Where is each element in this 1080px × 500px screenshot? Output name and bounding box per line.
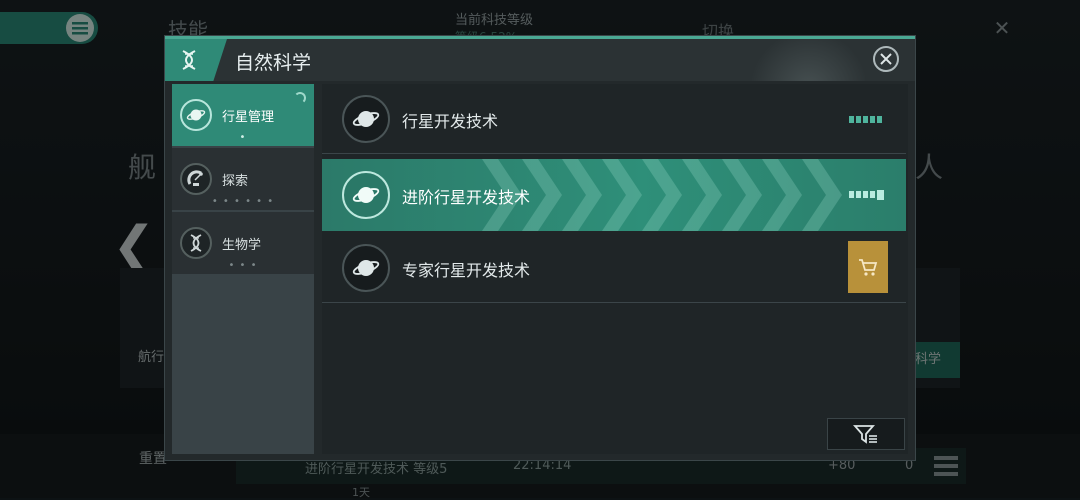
dialog-title: 自然科学 xyxy=(235,52,312,74)
filter-icon xyxy=(853,425,877,444)
tech-list: 行星开发技术 进阶行星开发技术 专家行星开发技术 xyxy=(322,84,908,454)
tech-progress xyxy=(849,190,884,200)
chevron-pattern xyxy=(482,159,882,231)
category-label: 生物学 xyxy=(222,238,262,253)
planet-icon xyxy=(342,244,390,292)
category-sidebar: 行星管理 • 探索 • • • • • • 生物学 • • • xyxy=(172,84,314,454)
category-dots: • xyxy=(239,132,247,143)
category-planet-management[interactable]: 行星管理 • xyxy=(172,84,314,146)
tech-row-selected[interactable]: 进阶行星开发技术 xyxy=(322,159,906,231)
tech-dialog: 自然科学 行星管理 • 探索 • • • • • • 生物学 • • • 行星开… xyxy=(165,36,915,460)
category-dots: • • • • • • xyxy=(211,196,275,207)
planet-icon xyxy=(342,171,390,219)
tech-row[interactable]: 行星开发技术 xyxy=(322,84,906,154)
close-button[interactable] xyxy=(873,46,899,72)
dna-icon xyxy=(180,227,212,259)
category-biology[interactable]: 生物学 • • • xyxy=(172,212,314,274)
category-exploration[interactable]: 探索 • • • • • • xyxy=(172,148,314,210)
tech-name: 专家行星开发技术 xyxy=(402,261,531,280)
category-label: 行星管理 xyxy=(222,110,275,125)
loading-indicator xyxy=(294,92,306,104)
tech-row[interactable]: 专家行星开发技术 xyxy=(322,233,906,303)
filter-button[interactable] xyxy=(827,418,905,450)
header-decoration xyxy=(725,39,865,81)
close-icon xyxy=(880,53,892,65)
cart-icon xyxy=(859,259,878,276)
header-accent-line xyxy=(165,36,915,39)
planet-icon xyxy=(342,95,390,143)
purchase-button[interactable] xyxy=(848,241,888,293)
category-label: 探索 xyxy=(222,174,249,189)
planet-icon xyxy=(180,99,212,131)
tech-progress xyxy=(849,116,882,123)
tech-name: 进阶行星开发技术 xyxy=(402,188,531,207)
satellite-icon xyxy=(180,163,212,195)
tech-name: 行星开发技术 xyxy=(402,112,499,131)
category-dots: • • • xyxy=(228,260,258,271)
